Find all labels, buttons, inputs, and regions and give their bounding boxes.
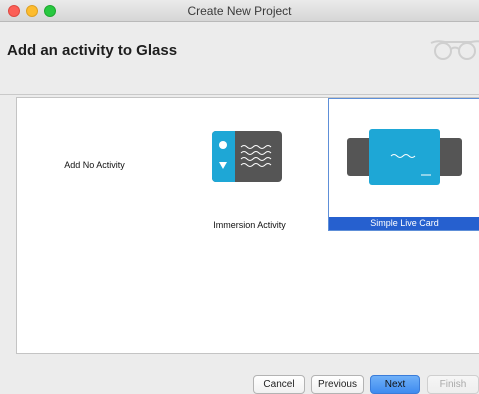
cancel-button[interactable]: Cancel — [253, 375, 305, 394]
finish-button[interactable]: Finish — [427, 375, 479, 394]
next-button[interactable]: Next — [370, 375, 420, 394]
gallery-item-label: Simple Live Card — [329, 217, 479, 230]
activity-gallery: Add No Activity Immersion Activity Simpl… — [16, 97, 479, 354]
wizard-header: Add an activity to Glass — [0, 22, 479, 94]
gallery-item-add-no-activity[interactable]: Add No Activity — [17, 98, 172, 233]
gallery-item-label: Add No Activity — [64, 160, 125, 170]
gallery-item-label: Immersion Activity — [213, 220, 286, 230]
glass-glasses-icon — [430, 40, 479, 60]
previous-button[interactable]: Previous — [311, 375, 364, 394]
page-title: Add an activity to Glass — [7, 42, 178, 59]
window-title: Create New Project — [187, 4, 292, 18]
simple-live-card-icon — [347, 129, 462, 185]
title-bar: Create New Project — [0, 0, 479, 22]
header-divider — [0, 94, 479, 95]
immersion-activity-icon — [212, 131, 282, 182]
gallery-item-immersion-activity[interactable]: Immersion Activity — [172, 98, 327, 233]
gallery-item-simple-live-card[interactable]: Simple Live Card — [328, 98, 479, 231]
